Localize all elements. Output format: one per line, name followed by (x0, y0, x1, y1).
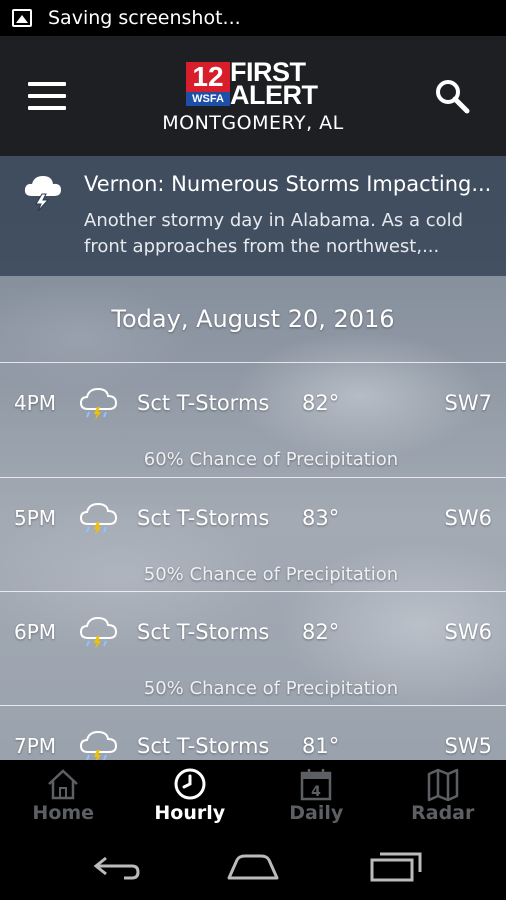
hour-time: 5PM (14, 506, 57, 530)
app-header: 12 WSFA FIRST ALERT MONTGOMERY, AL (0, 36, 506, 156)
hour-time: 7PM (14, 734, 57, 758)
scattered-thunderstorms-icon (79, 616, 118, 649)
hourly-row[interactable]: 6PM Sct T-Storms 82° SW6 50% Chance of P… (0, 592, 506, 706)
hour-wind: SW6 (444, 506, 492, 530)
hour-temperature: 82° (302, 391, 340, 415)
hour-precipitation: 50% Chance of Precipitation (143, 678, 399, 699)
hourly-row[interactable]: 4PM Sct T-Storms 82° SW7 60% Chance of P… (0, 363, 506, 477)
hourly-row[interactable]: 7PM Sct T-Storms 81° SW5 (0, 706, 506, 760)
scattered-thunderstorms-icon (79, 387, 118, 420)
hour-condition: Sct T-Storms (137, 506, 270, 530)
hour-wind: SW5 (444, 734, 492, 758)
hour-condition: Sct T-Storms (137, 734, 270, 758)
logo-text-alert: ALERT (230, 80, 318, 110)
hourly-row[interactable]: 5PM Sct T-Storms 83° SW6 50% Chance of P… (0, 478, 506, 592)
tab-hourly[interactable]: Hourly (127, 760, 254, 830)
search-icon[interactable] (432, 76, 472, 116)
logo-number: 12 (186, 62, 230, 92)
logo-badge: 12 WSFA (186, 62, 230, 106)
app-logo: 12 WSFA FIRST ALERT (186, 58, 326, 110)
hour-wind: SW7 (444, 391, 492, 415)
calendar-icon: 4 (300, 769, 332, 801)
tab-label: Home (32, 802, 95, 824)
image-icon (12, 9, 32, 27)
hour-temperature: 83° (302, 506, 340, 530)
thunderstorm-icon (24, 176, 61, 212)
hour-temperature: 81° (302, 734, 340, 758)
recents-icon[interactable] (366, 848, 426, 884)
tab-radar[interactable]: Radar (380, 760, 506, 830)
home-nav-icon[interactable] (223, 848, 283, 884)
status-bar: Saving screenshot... (0, 0, 506, 36)
alert-title: Vernon: Numerous Storms Impacting... (84, 172, 492, 196)
back-icon[interactable] (84, 848, 144, 884)
hour-precipitation: 50% Chance of Precipitation (143, 564, 399, 585)
tab-label: Hourly (154, 802, 226, 824)
scattered-thunderstorms-icon (79, 730, 118, 760)
tab-label: Radar (411, 802, 475, 824)
tab-daily[interactable]: 4 Daily (253, 760, 380, 830)
hour-wind: SW6 (444, 620, 492, 644)
date-label: Today, August 20, 2016 (111, 305, 395, 333)
scattered-thunderstorms-icon (79, 502, 118, 535)
tab-label: Daily (289, 802, 344, 824)
calendar-day: 4 (311, 784, 321, 800)
menu-icon[interactable] (28, 82, 66, 110)
system-nav-bar (0, 830, 506, 900)
status-text: Saving screenshot... (48, 7, 241, 29)
home-icon (48, 769, 78, 800)
logo-call-sign: WSFA (186, 92, 230, 106)
hour-condition: Sct T-Storms (137, 620, 270, 644)
hour-time: 4PM (14, 391, 57, 415)
hourly-forecast-content[interactable]: Vernon: Numerous Storms Impacting... Ano… (0, 156, 506, 760)
alert-body: Another stormy day in Alabama. As a cold… (84, 210, 464, 257)
location-label: MONTGOMERY, AL (162, 112, 344, 134)
map-icon (427, 768, 458, 802)
hour-condition: Sct T-Storms (137, 391, 270, 415)
weather-alert-banner[interactable]: Vernon: Numerous Storms Impacting... Ano… (0, 156, 506, 276)
hour-temperature: 82° (302, 620, 340, 644)
clock-icon (174, 768, 205, 800)
hour-time: 6PM (14, 620, 57, 644)
hour-precipitation: 60% Chance of Precipitation (143, 449, 399, 470)
bottom-tab-bar: Home Hourly 4 Daily Radar (0, 760, 506, 830)
tab-home[interactable]: Home (0, 760, 127, 830)
